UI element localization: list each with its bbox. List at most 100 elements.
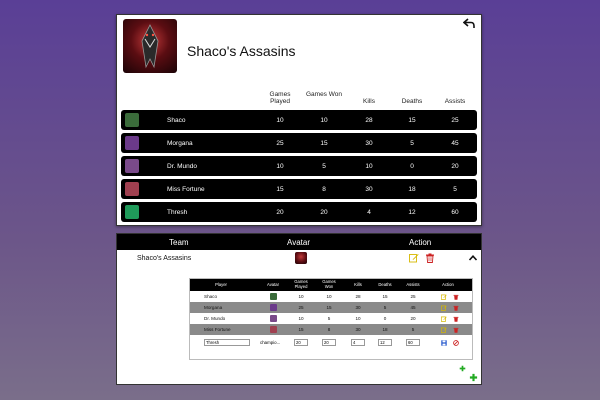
header-assists-inner: Assists bbox=[406, 282, 420, 287]
assists: 60 bbox=[451, 209, 459, 216]
player-name: Shaco bbox=[167, 117, 186, 124]
player-avatar bbox=[125, 205, 139, 219]
team-avatar bbox=[295, 252, 307, 264]
save-icon[interactable] bbox=[441, 340, 447, 346]
chevron-up-icon[interactable] bbox=[468, 253, 478, 263]
edit-icon[interactable] bbox=[441, 305, 447, 311]
header-player: Player bbox=[215, 282, 227, 287]
player-avatar bbox=[270, 293, 277, 300]
admin-panel: Team Avatar Action Shaco's Assasins Play… bbox=[116, 233, 482, 385]
add-player-icon[interactable] bbox=[459, 365, 466, 372]
deaths: 15 bbox=[408, 117, 416, 124]
games-played: 15 bbox=[298, 327, 304, 332]
assists: 45 bbox=[410, 305, 416, 310]
champion-select[interactable]: champio... bbox=[260, 340, 280, 345]
player-name: Shaco bbox=[204, 294, 218, 299]
player-name: Miss Fortune bbox=[204, 327, 231, 332]
player-avatar bbox=[125, 159, 139, 173]
table-row: Shaco 10 10 28 15 25 bbox=[190, 291, 472, 302]
player-admin-section: Player Avatar Games Played Games Won Kil… bbox=[189, 278, 477, 386]
trash-icon[interactable] bbox=[453, 294, 459, 300]
games-played: 10 bbox=[276, 163, 284, 170]
cancel-icon[interactable] bbox=[453, 340, 459, 346]
player-name: Thresh bbox=[167, 209, 188, 216]
assists-input[interactable]: 60 bbox=[406, 339, 420, 346]
edit-icon[interactable] bbox=[409, 253, 419, 263]
edit-icon[interactable] bbox=[441, 327, 447, 333]
edit-icon[interactable] bbox=[441, 316, 447, 322]
deaths: 5 bbox=[410, 140, 414, 147]
games-played-input[interactable]: 20 bbox=[294, 339, 308, 346]
player-list: Shaco 10 10 28 15 25 Morgana 25 15 30 5 … bbox=[121, 110, 477, 225]
table-row: Miss Fortune 15 8 30 18 5 bbox=[190, 324, 472, 335]
player-avatar bbox=[270, 315, 277, 322]
assists: 20 bbox=[451, 163, 459, 170]
games-played: 10 bbox=[298, 294, 304, 299]
header-action-inner: Action bbox=[442, 282, 454, 287]
player-row: Dr. Mundo 10 5 10 0 20 bbox=[121, 156, 477, 176]
deaths: 0 bbox=[410, 163, 414, 170]
player-avatar bbox=[270, 326, 277, 333]
games-won: 5 bbox=[327, 316, 331, 321]
player-name: Morgana bbox=[167, 140, 193, 147]
kills-input[interactable]: 4 bbox=[351, 339, 365, 346]
assists: 45 bbox=[451, 140, 459, 147]
header-kills: Kills bbox=[363, 98, 375, 105]
player-admin-table: Player Avatar Games Played Games Won Kil… bbox=[189, 278, 473, 360]
kills: 30 bbox=[355, 327, 361, 332]
deaths: 12 bbox=[408, 209, 416, 216]
trash-icon[interactable] bbox=[425, 253, 435, 263]
header-avatar: Avatar bbox=[287, 238, 310, 247]
team-logo bbox=[123, 19, 177, 73]
stat-headers: Games Played Games Won Kills Deaths Assi… bbox=[117, 91, 483, 109]
trash-icon[interactable] bbox=[453, 327, 459, 333]
team-name: Shaco's Assasins bbox=[137, 255, 192, 262]
back-arrow-icon[interactable] bbox=[463, 17, 475, 29]
header-deaths: Deaths bbox=[401, 98, 423, 105]
table-row: Morgana 25 15 30 5 45 bbox=[190, 302, 472, 313]
games-won: 20 bbox=[320, 209, 328, 216]
player-avatar bbox=[125, 136, 139, 150]
assists: 25 bbox=[451, 117, 459, 124]
player-row: Thresh 20 20 4 12 60 bbox=[121, 202, 477, 222]
games-played: 25 bbox=[298, 305, 304, 310]
header-games-won: Games Won bbox=[305, 91, 342, 98]
player-name: Dr. Mundo bbox=[167, 163, 197, 170]
kills: 30 bbox=[365, 140, 373, 147]
assists: 5 bbox=[453, 186, 457, 193]
header-action: Action bbox=[409, 238, 432, 247]
games-won: 15 bbox=[326, 305, 332, 310]
games-won: 5 bbox=[322, 163, 326, 170]
kills: 30 bbox=[355, 305, 361, 310]
trash-icon[interactable] bbox=[453, 305, 459, 311]
kills: 4 bbox=[367, 209, 371, 216]
games-won-input[interactable]: 20 bbox=[322, 339, 336, 346]
player-row: Shaco 10 10 28 15 25 bbox=[121, 110, 477, 130]
player-table-header: Player Avatar Games Played Games Won Kil… bbox=[190, 279, 472, 291]
team-title: Shaco's Assasins bbox=[187, 43, 296, 59]
games-won: 10 bbox=[320, 117, 328, 124]
deaths: 18 bbox=[408, 186, 416, 193]
team-logo-art bbox=[141, 24, 159, 69]
player-row: Miss Fortune 15 8 30 18 5 bbox=[121, 179, 477, 199]
header-deaths-inner: Deaths bbox=[378, 282, 392, 287]
team-row: Shaco's Assasins bbox=[117, 250, 481, 268]
deaths: 5 bbox=[383, 305, 387, 310]
header-kills-inner: Kills bbox=[354, 282, 362, 287]
player-name-input[interactable]: Thresh bbox=[204, 339, 250, 346]
kills: 10 bbox=[355, 316, 361, 321]
games-won: 8 bbox=[322, 186, 326, 193]
assists: 25 bbox=[410, 294, 416, 299]
deaths: 15 bbox=[382, 294, 388, 299]
assists: 20 bbox=[410, 316, 416, 321]
deaths-input[interactable]: 12 bbox=[378, 339, 392, 346]
edit-icon[interactable] bbox=[441, 294, 447, 300]
add-team-icon[interactable] bbox=[469, 373, 478, 382]
admin-table-header: Team Avatar Action bbox=[117, 234, 481, 250]
games-won: 10 bbox=[326, 294, 332, 299]
games-won: 15 bbox=[320, 140, 328, 147]
edit-player-row: Thresh champio... 20 20 4 12 60 bbox=[190, 337, 472, 349]
deaths: 0 bbox=[383, 316, 387, 321]
kills: 10 bbox=[365, 163, 373, 170]
trash-icon[interactable] bbox=[453, 316, 459, 322]
